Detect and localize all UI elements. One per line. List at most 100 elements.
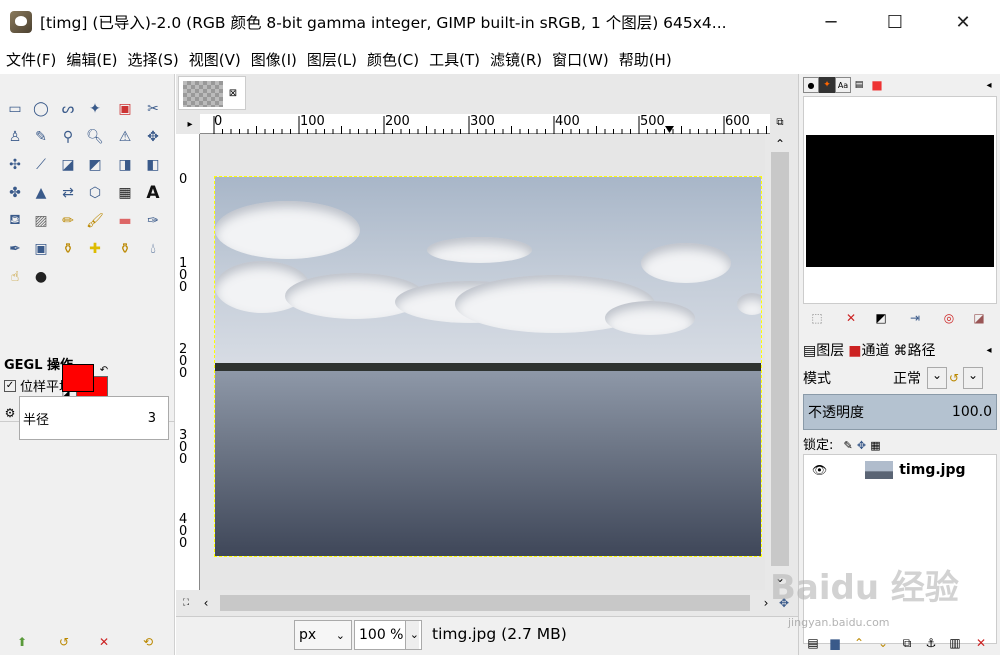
- image-tab-close-icon[interactable]: ⊠: [225, 85, 241, 101]
- menu-image[interactable]: 图像(I): [251, 49, 297, 70]
- delete-layer-icon[interactable]: ✕: [973, 635, 989, 651]
- lock-position-icon[interactable]: ✥: [857, 439, 866, 452]
- move-icon[interactable]: ✥: [142, 126, 164, 148]
- tab-layers[interactable]: ▤图层: [803, 340, 844, 360]
- save-tool-preset-icon[interactable]: ⬆: [14, 634, 30, 650]
- menu-file[interactable]: 文件(F): [6, 49, 56, 70]
- scroll-left-icon[interactable]: ‹: [198, 595, 214, 611]
- close-button[interactable]: ✕: [940, 0, 986, 44]
- chevron-down-icon[interactable]: ⌄: [927, 367, 947, 389]
- delete-tool-preset-icon[interactable]: ✕: [96, 634, 112, 650]
- edit-brush-icon[interactable]: ◪: [971, 310, 987, 326]
- pencil-icon[interactable]: ✏: [57, 210, 79, 232]
- navigation-handle-icon[interactable]: ⛶: [178, 595, 194, 611]
- layer-row[interactable]: 👁︎ timg.jpg: [804, 455, 996, 485]
- color-picker-icon[interactable]: ⚲: [57, 126, 79, 148]
- new-layer-group-icon[interactable]: ▆: [827, 635, 843, 651]
- vertical-scroll-thumb[interactable]: [771, 152, 789, 566]
- unified-transform-icon[interactable]: ✤: [4, 182, 26, 204]
- new-layer-icon[interactable]: ▤: [805, 635, 821, 651]
- menu-help[interactable]: 帮助(H): [619, 49, 672, 70]
- foreground-color-swatch[interactable]: [62, 364, 94, 392]
- rect-select-icon[interactable]: ▭: [4, 98, 26, 120]
- lock-alpha-icon[interactable]: ▦: [870, 439, 880, 452]
- colors-tab-icon[interactable]: ■: [869, 77, 885, 93]
- align-icon[interactable]: ✣: [4, 154, 26, 176]
- menu-filters[interactable]: 滤镜(R): [490, 49, 542, 70]
- menu-edit[interactable]: 编辑(E): [66, 49, 117, 70]
- maximize-button[interactable]: ☐: [872, 0, 918, 44]
- lower-layer-icon[interactable]: ⌄: [875, 635, 891, 651]
- horizontal-scrollbar[interactable]: ⛶ ‹ › ✥: [176, 592, 794, 614]
- scale-icon[interactable]: ◩: [84, 154, 106, 176]
- anchor-layer-icon[interactable]: ⚓: [923, 635, 939, 651]
- fuzzy-select-icon[interactable]: ✦: [84, 98, 106, 120]
- merge-layer-icon[interactable]: ▥: [947, 635, 963, 651]
- menu-view[interactable]: 视图(V): [189, 49, 241, 70]
- perspective-clone-icon[interactable]: ⚱: [114, 238, 136, 260]
- blur-icon[interactable]: 💧︎: [142, 238, 164, 260]
- menu-tools[interactable]: 工具(T): [429, 49, 480, 70]
- crop-icon[interactable]: ⟋: [30, 154, 52, 176]
- radius-spinner[interactable]: 半径 3: [19, 396, 169, 440]
- navigate-icon[interactable]: ⧉: [772, 114, 788, 130]
- opacity-slider[interactable]: 不透明度 100.0: [803, 394, 997, 430]
- lock-pixels-icon[interactable]: ✎: [844, 439, 853, 452]
- menu-layer[interactable]: 图层(L): [307, 49, 357, 70]
- fonts-tab-icon[interactable]: Aa: [835, 77, 851, 93]
- cage-transform-icon[interactable]: ⬡: [84, 182, 106, 204]
- horizontal-scroll-thumb[interactable]: [220, 595, 750, 611]
- mode-value[interactable]: 正常: [893, 368, 921, 388]
- patterns-tab-icon[interactable]: ▤: [851, 77, 867, 93]
- scroll-up-icon[interactable]: ⌃: [772, 136, 788, 152]
- measure-icon[interactable]: ⚠︎: [114, 126, 136, 148]
- image-tab[interactable]: ⊠: [178, 76, 246, 110]
- dock-menu-icon[interactable]: ◂: [981, 77, 997, 93]
- tab-channels[interactable]: ■通道: [848, 340, 889, 360]
- canvas-image[interactable]: [214, 176, 762, 557]
- tab-paths[interactable]: ⌘路径: [893, 340, 935, 360]
- foreground-select-icon[interactable]: ♙: [4, 126, 26, 148]
- import-icon[interactable]: ⇥: [907, 310, 923, 326]
- quick-mask-menu-icon[interactable]: ▸: [182, 116, 198, 132]
- swap-colors-icon[interactable]: ↶: [96, 362, 112, 378]
- warp-icon[interactable]: ▦: [114, 182, 136, 204]
- raise-layer-icon[interactable]: ⌃: [851, 635, 867, 651]
- menu-select[interactable]: 选择(S): [128, 49, 179, 70]
- text-icon[interactable]: A: [142, 182, 164, 204]
- shear-icon[interactable]: ◨: [114, 154, 136, 176]
- flip-icon[interactable]: ⇄: [57, 182, 79, 204]
- airbrush-icon[interactable]: ✑: [142, 210, 164, 232]
- menu-windows[interactable]: 窗口(W): [552, 49, 609, 70]
- eye-icon[interactable]: 👁︎: [812, 463, 827, 477]
- restore-tool-preset-icon[interactable]: ↺: [56, 634, 72, 650]
- mypaint-brush-icon[interactable]: ▣: [30, 238, 52, 260]
- zoom-icon[interactable]: 🔍︎: [84, 126, 106, 148]
- edit-icon[interactable]: ◩: [873, 310, 889, 326]
- reset-tool-options-icon[interactable]: ⟲: [140, 634, 156, 650]
- vertical-scrollbar[interactable]: ⌃ ⌄: [768, 134, 792, 590]
- heal-icon[interactable]: ✚: [84, 238, 106, 260]
- brushes-tab-icon[interactable]: ✦: [819, 77, 835, 93]
- tool-options-tab-icon[interactable]: ⚙: [2, 405, 18, 421]
- paintbrush-icon[interactable]: 🖌︎: [84, 210, 106, 232]
- navigation-tab-icon[interactable]: ●: [803, 77, 819, 93]
- chevron-down-icon[interactable]: ⌄: [963, 367, 984, 389]
- mode-reset-icon[interactable]: ↺: [949, 371, 959, 385]
- free-select-icon[interactable]: ᔕ: [57, 98, 79, 120]
- dock-menu-icon[interactable]: ◂: [981, 342, 997, 358]
- eraser-icon[interactable]: ▬: [114, 210, 136, 232]
- handle-transform-icon[interactable]: ▲: [30, 182, 52, 204]
- rotate-icon[interactable]: ◪: [57, 154, 79, 176]
- bucket-fill-icon[interactable]: ⛾: [4, 210, 26, 232]
- paths-icon[interactable]: ✎: [30, 126, 52, 148]
- gradient-icon[interactable]: ▨: [30, 210, 52, 232]
- perspective-icon[interactable]: ◧: [142, 154, 164, 176]
- select-icon[interactable]: ⬚: [809, 310, 825, 326]
- minimize-button[interactable]: ─: [808, 0, 854, 44]
- smudge-icon[interactable]: ☝: [4, 266, 26, 288]
- menu-colors[interactable]: 颜色(C): [367, 49, 419, 70]
- refresh-icon[interactable]: ◎: [941, 310, 957, 326]
- dodge-burn-icon[interactable]: ●: [30, 266, 52, 288]
- delete-icon[interactable]: ✕: [843, 310, 859, 326]
